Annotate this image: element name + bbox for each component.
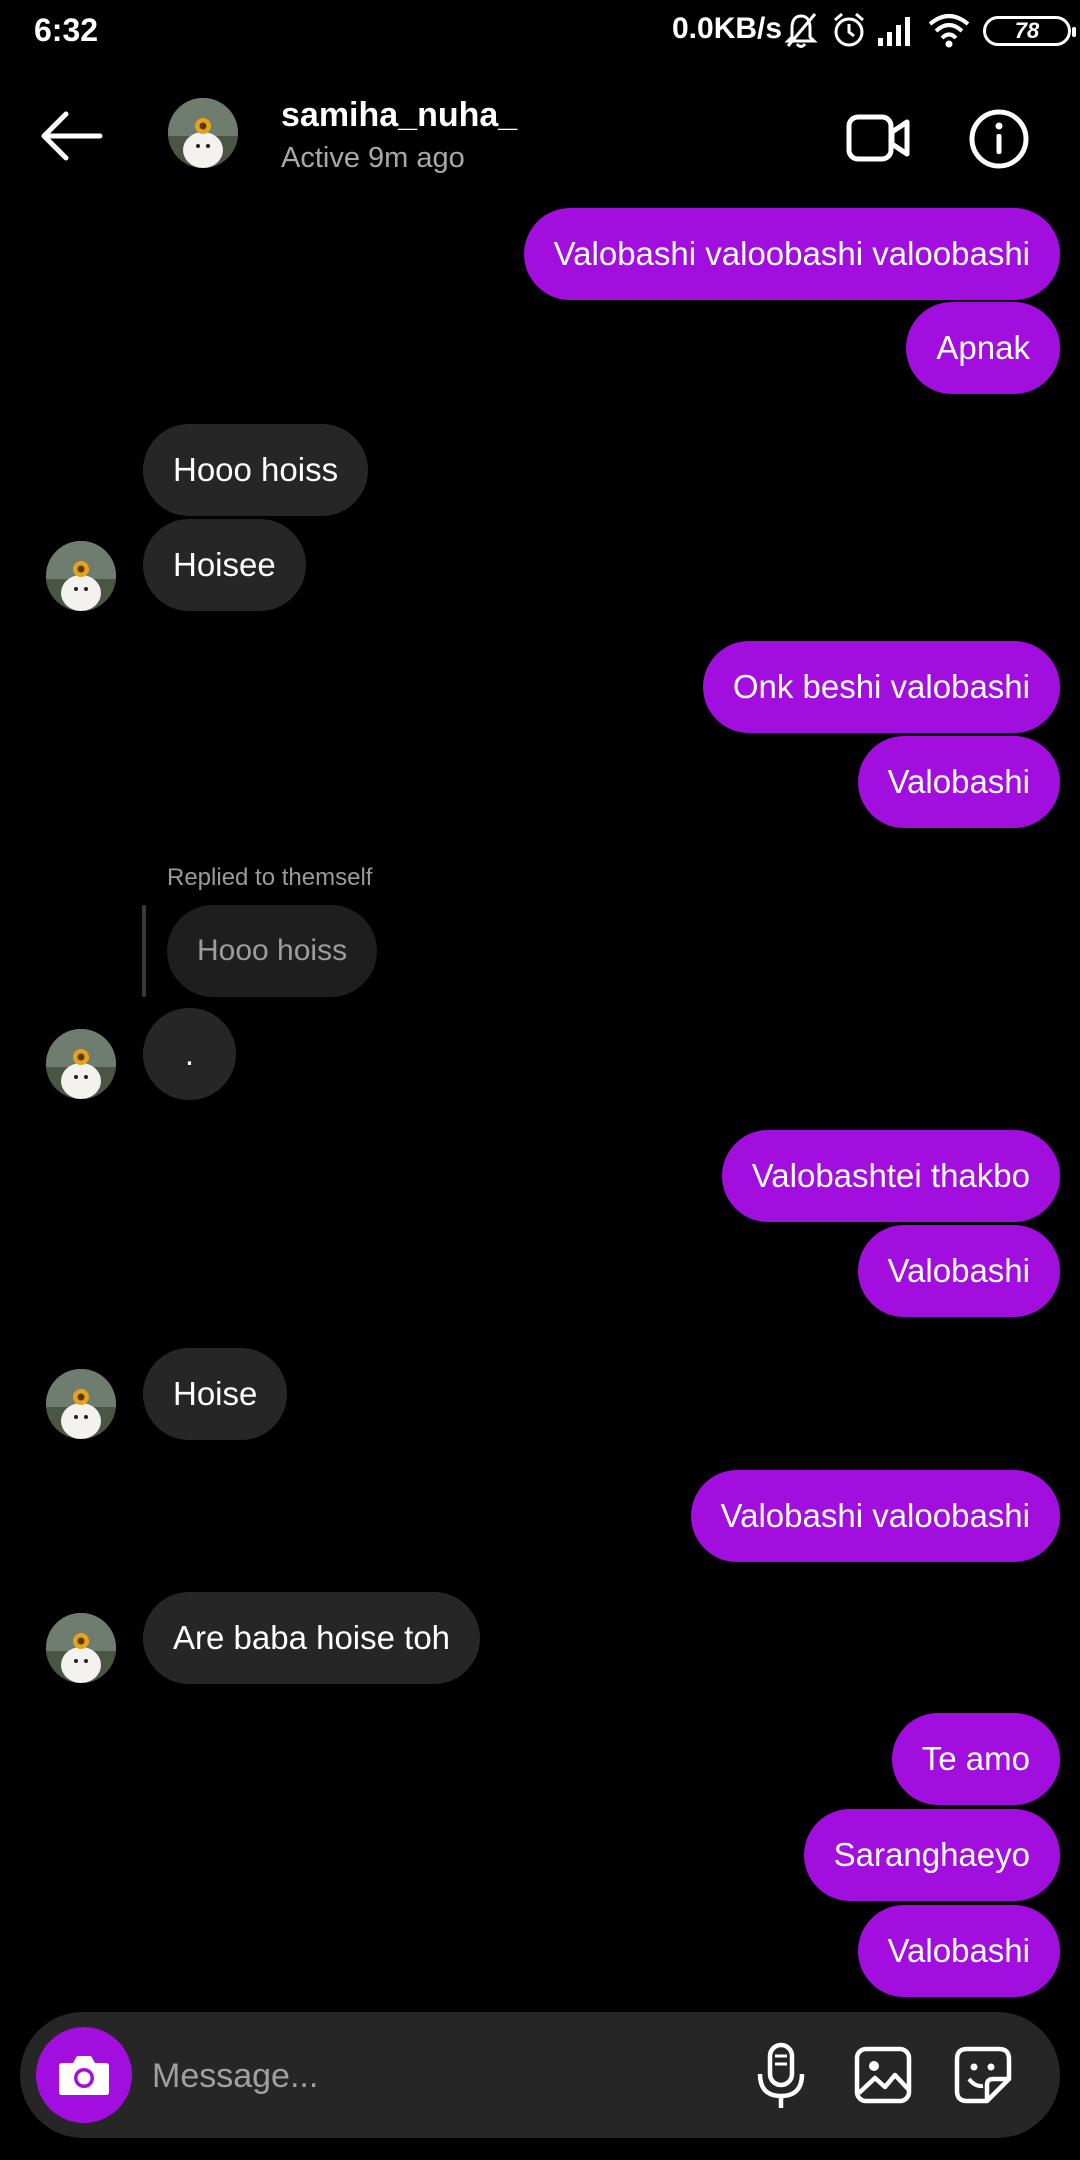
gallery-icon[interactable] xyxy=(853,2045,913,2105)
sent-message[interactable]: Valobashi xyxy=(857,736,1060,828)
received-message[interactable]: Hoisee xyxy=(143,519,306,611)
alarm-icon xyxy=(834,12,864,47)
camera-button[interactable] xyxy=(36,2027,132,2123)
received-message[interactable]: Are baba hoise toh xyxy=(143,1592,481,1684)
contact-name[interactable]: samiha_nuha_ xyxy=(281,96,517,135)
sender-avatar[interactable] xyxy=(46,1029,116,1099)
mute-bell-icon xyxy=(784,13,818,48)
received-message[interactable]: Hoise xyxy=(143,1348,288,1440)
sent-message[interactable]: Apnak xyxy=(906,302,1060,394)
sent-message[interactable]: Valobashtei thakbo xyxy=(721,1130,1060,1222)
message-input[interactable] xyxy=(150,2040,714,2112)
status-time: 6:32 xyxy=(34,12,99,48)
back-arrow-icon[interactable] xyxy=(36,108,106,164)
sent-message[interactable]: Saranghaeyo xyxy=(803,1809,1060,1901)
reply-quoted-message[interactable]: Hooo hoiss xyxy=(167,905,378,997)
contact-active-status: Active 9m ago xyxy=(281,142,465,174)
sent-message[interactable]: Valobashi xyxy=(857,1225,1060,1317)
reply-quote-line xyxy=(142,905,146,997)
signal-icon xyxy=(878,17,910,46)
contact-avatar[interactable] xyxy=(168,98,238,168)
video-call-icon[interactable] xyxy=(846,108,910,168)
microphone-icon[interactable] xyxy=(756,2042,806,2110)
sent-message[interactable]: Valobashi valoobashi xyxy=(690,1470,1060,1562)
sent-message[interactable]: Te amo xyxy=(891,1713,1060,1805)
info-icon[interactable] xyxy=(968,108,1030,170)
battery-indicator: 78 xyxy=(983,16,1076,46)
sent-message[interactable]: Valobashi valoobashi valoobashi xyxy=(523,208,1060,300)
sender-avatar[interactable] xyxy=(46,1369,116,1439)
received-message[interactable]: . xyxy=(143,1008,236,1100)
sent-message[interactable]: Onk beshi valobashi xyxy=(702,641,1060,733)
wifi-icon xyxy=(928,14,970,48)
sent-message[interactable]: Valobashi xyxy=(857,1905,1060,1997)
sender-avatar[interactable] xyxy=(46,541,116,611)
reply-label: Replied to themself xyxy=(167,864,373,891)
network-speed: 0.0KB/s xyxy=(672,12,783,45)
sender-avatar[interactable] xyxy=(46,1613,116,1683)
camera-icon xyxy=(59,2056,109,2095)
sticker-icon[interactable] xyxy=(953,2045,1013,2105)
received-message[interactable]: Hooo hoiss xyxy=(143,424,369,516)
